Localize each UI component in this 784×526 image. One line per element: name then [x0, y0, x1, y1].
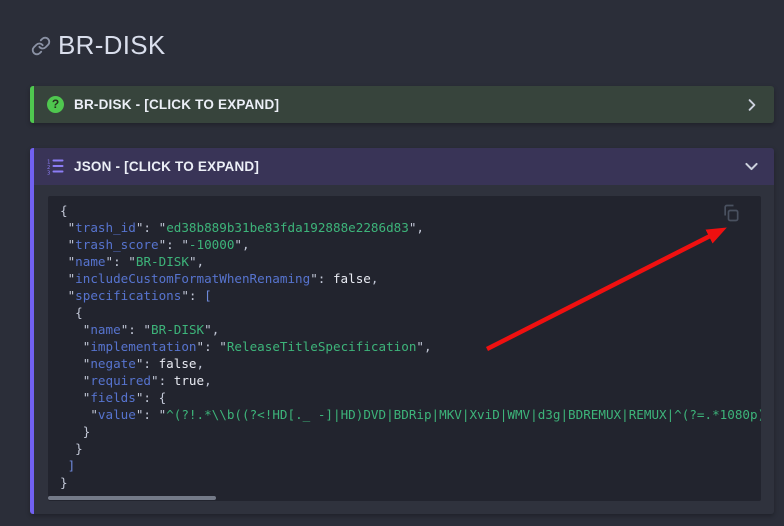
code-line: "required": true,: [60, 372, 761, 389]
question-admonition-header[interactable]: ? BR-DISK - [CLICK TO EXPAND]: [30, 86, 774, 123]
code-line: }: [60, 440, 761, 457]
code-line: "negate": false,: [60, 355, 761, 372]
question-admonition-title: BR-DISK - [CLICK TO EXPAND]: [74, 97, 744, 112]
code-line: "includeCustomFormatWhenRenaming": false…: [60, 270, 761, 287]
copy-button[interactable]: [721, 203, 741, 223]
code-line: {: [60, 304, 761, 321]
code-line: "value": "^(?!.*\\b((?<!HD[._ -]|HD)DVD|…: [60, 406, 761, 423]
question-circle-icon: ?: [47, 96, 64, 113]
chevron-right-icon: [744, 97, 760, 113]
page-title: BR-DISK: [31, 30, 166, 61]
json-code: { "trash_id": "ed38b889b31be83fda192888e…: [60, 202, 761, 491]
question-admonition: ? BR-DISK - [CLICK TO EXPAND]: [30, 86, 774, 123]
horizontal-scrollbar-thumb[interactable]: [48, 496, 216, 500]
code-line: "trash_id": "ed38b889b31be83fda192888e22…: [60, 219, 761, 236]
json-code-block[interactable]: { "trash_id": "ed38b889b31be83fda192888e…: [48, 196, 761, 501]
copy-icon: [721, 203, 741, 223]
json-admonition-body: { "trash_id": "ed38b889b31be83fda192888e…: [30, 185, 774, 514]
code-line: "name": "BR-DISK",: [60, 253, 761, 270]
json-admonition-title: JSON - [CLICK TO EXPAND]: [74, 159, 743, 174]
code-line: "trash_score": "-10000",: [60, 236, 761, 253]
code-line: "implementation": "ReleaseTitleSpecifica…: [60, 338, 761, 355]
code-line: "name": "BR-DISK",: [60, 321, 761, 338]
svg-text:3: 3: [47, 171, 50, 176]
link-icon[interactable]: [31, 36, 51, 56]
code-line: "fields": {: [60, 389, 761, 406]
numbered-list-icon: 1 2 3: [47, 158, 64, 175]
code-line: }: [60, 423, 761, 440]
code-line: }: [60, 474, 761, 491]
code-line: "specifications": [: [60, 287, 761, 304]
code-line: {: [60, 202, 761, 219]
page-title-text: BR-DISK: [58, 30, 166, 61]
json-admonition: 1 2 3 JSON - [CLICK TO EXPAND] { "trash_…: [30, 148, 774, 514]
json-admonition-header[interactable]: 1 2 3 JSON - [CLICK TO EXPAND]: [30, 148, 774, 185]
code-line: ]: [60, 457, 761, 474]
chevron-down-icon: [743, 158, 760, 175]
